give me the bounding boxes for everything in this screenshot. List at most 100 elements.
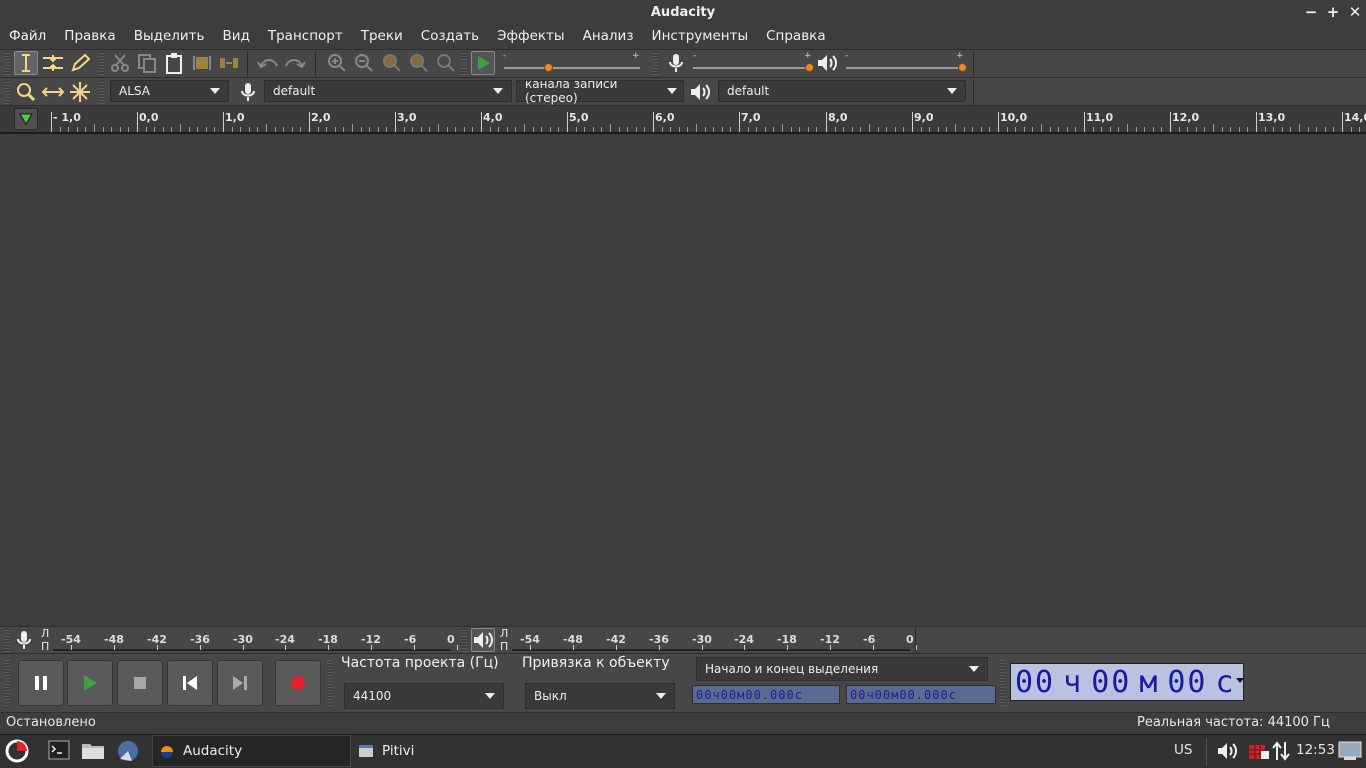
status-text: Остановлено [6, 715, 96, 730]
play-icon [84, 675, 97, 691]
menu-analyze[interactable]: Анализ [574, 26, 643, 48]
audio-position-clock[interactable]: 00 ч 00 м 00 с [1010, 663, 1244, 701]
file-manager-icon[interactable] [81, 740, 105, 764]
ruler-minor-tick [1024, 127, 1025, 132]
snap-to-select[interactable]: Выкл [525, 683, 675, 709]
close-button[interactable]: ✕ [1347, 4, 1363, 20]
selection-tool-icon[interactable] [14, 51, 38, 75]
playhead-pin-button[interactable] [14, 108, 38, 130]
menu-transport[interactable]: Транспорт [259, 26, 352, 48]
menu-file[interactable]: Файл [0, 26, 55, 48]
menu-edit[interactable]: Правка [55, 26, 124, 48]
paste-icon[interactable] [162, 51, 186, 75]
recording-device-value: default [273, 84, 316, 98]
menu-view[interactable]: Вид [213, 26, 258, 48]
ruler-minor-tick [1075, 127, 1076, 132]
recording-volume-knob[interactable] [805, 63, 814, 72]
zoom-in-icon[interactable] [325, 51, 349, 75]
audio-host-select[interactable]: ALSA [110, 80, 229, 102]
toolbar-grip[interactable] [327, 660, 333, 706]
terminal-icon[interactable] [48, 740, 70, 764]
toolbar-grip[interactable] [652, 51, 658, 75]
clock-format-dropdown-icon[interactable] [1236, 678, 1244, 683]
app-menu-icon[interactable] [5, 739, 29, 767]
menu-generate[interactable]: Создать [412, 26, 488, 48]
cut-icon[interactable] [108, 51, 132, 75]
ruler-major-tick [395, 112, 396, 132]
browser-icon[interactable] [116, 739, 140, 767]
record-meter-icon[interactable] [12, 628, 36, 652]
volume-icon[interactable] [1216, 741, 1240, 765]
stop-button[interactable] [117, 660, 163, 706]
toolbar-grip[interactable] [461, 51, 467, 75]
menu-effects[interactable]: Эффекты [488, 26, 574, 48]
toolbar-grip[interactable] [98, 51, 104, 75]
selection-mode-select[interactable]: Начало и конец выделения [696, 657, 988, 681]
zoom-out-icon[interactable] [352, 51, 376, 75]
multi-tool-icon[interactable] [68, 80, 92, 104]
record-button[interactable] [275, 660, 321, 706]
play-button[interactable] [67, 660, 113, 706]
undo-icon[interactable] [256, 51, 280, 75]
play-at-speed-icon[interactable] [471, 51, 495, 75]
snap-to-value: Выкл [534, 689, 567, 703]
toolbar-grip[interactable] [4, 628, 10, 652]
ruler-minor-tick [189, 127, 190, 132]
play-speed-slider[interactable] [504, 67, 640, 69]
toolbar-grip[interactable] [461, 628, 467, 652]
menu-select[interactable]: Выделить [125, 26, 214, 48]
selection-end-time[interactable]: 00ч00м00.000с [846, 685, 996, 704]
show-desktop-icon[interactable] [1338, 741, 1362, 767]
menu-tools[interactable]: Инструменты [643, 26, 758, 48]
maximize-button[interactable]: + [1325, 4, 1341, 20]
toolbar-grip[interactable] [1000, 660, 1006, 706]
time-shift-tool-icon[interactable] [41, 80, 65, 104]
playback-volume-slider[interactable] [846, 67, 964, 69]
skip-to-start-button[interactable] [167, 660, 213, 706]
zoom-toggle-icon[interactable] [434, 51, 458, 75]
playback-meter[interactable]: -54 -48 -42 -36 -30 -24 -18 -12 -6 0 [512, 629, 917, 653]
menu-help[interactable]: Справка [757, 26, 834, 48]
ruler-minor-tick [472, 127, 473, 132]
record-meter[interactable]: -54 -48 -42 -36 -30 -24 -18 -12 -6 0 [53, 629, 458, 653]
taskbar-item-audacity[interactable]: Audacity [152, 735, 351, 767]
silence-audio-icon[interactable] [217, 51, 241, 75]
ruler-minor-tick [146, 127, 147, 132]
meter-scale-tick [457, 645, 458, 650]
recording-channels-select[interactable]: канала записи (стерео) [516, 77, 684, 105]
network-blocked-icon[interactable] [1248, 742, 1270, 764]
playback-meter-icon[interactable] [471, 628, 495, 652]
recording-volume-slider[interactable] [693, 67, 811, 69]
selection-mode-value: Начало и конец выделения [705, 662, 879, 676]
ruler-minor-tick [903, 127, 904, 132]
trim-audio-icon[interactable] [190, 51, 214, 75]
draw-tool-icon[interactable] [68, 51, 92, 75]
playback-device-select[interactable]: default [718, 80, 966, 102]
toolbar-grip[interactable] [4, 80, 10, 104]
envelope-tool-icon[interactable] [41, 51, 65, 75]
taskbar-item-pitivi[interactable]: Pitivi [352, 735, 551, 767]
fit-selection-icon[interactable] [380, 51, 404, 75]
redo-icon[interactable] [283, 51, 307, 75]
ruler-minor-tick [275, 127, 276, 132]
toolbar-grip[interactable] [4, 51, 10, 75]
selection-start-time[interactable]: 00ч00м00.000с [692, 685, 840, 704]
pause-button[interactable] [18, 660, 64, 706]
menu-tracks[interactable]: Треки [352, 26, 412, 48]
copy-icon[interactable] [135, 51, 159, 75]
audio-host-value: ALSA [119, 84, 150, 98]
toolbar-grip[interactable] [98, 80, 104, 104]
minimize-button[interactable]: − [1303, 4, 1319, 20]
play-speed-knob[interactable] [544, 63, 553, 72]
recording-device-select[interactable]: default [264, 80, 512, 102]
track-area[interactable] [0, 134, 1366, 626]
skip-to-end-button[interactable] [217, 660, 263, 706]
project-rate-select[interactable]: 44100 [344, 683, 504, 709]
keyboard-layout[interactable]: US [1174, 742, 1192, 758]
ruler-minor-tick [1308, 127, 1309, 132]
zoom-tool-icon[interactable] [14, 80, 38, 104]
playback-volume-knob[interactable] [958, 63, 967, 72]
fit-project-icon[interactable] [407, 51, 431, 75]
transfer-arrows-icon[interactable] [1272, 741, 1290, 765]
toolbar-grip[interactable] [4, 660, 10, 706]
